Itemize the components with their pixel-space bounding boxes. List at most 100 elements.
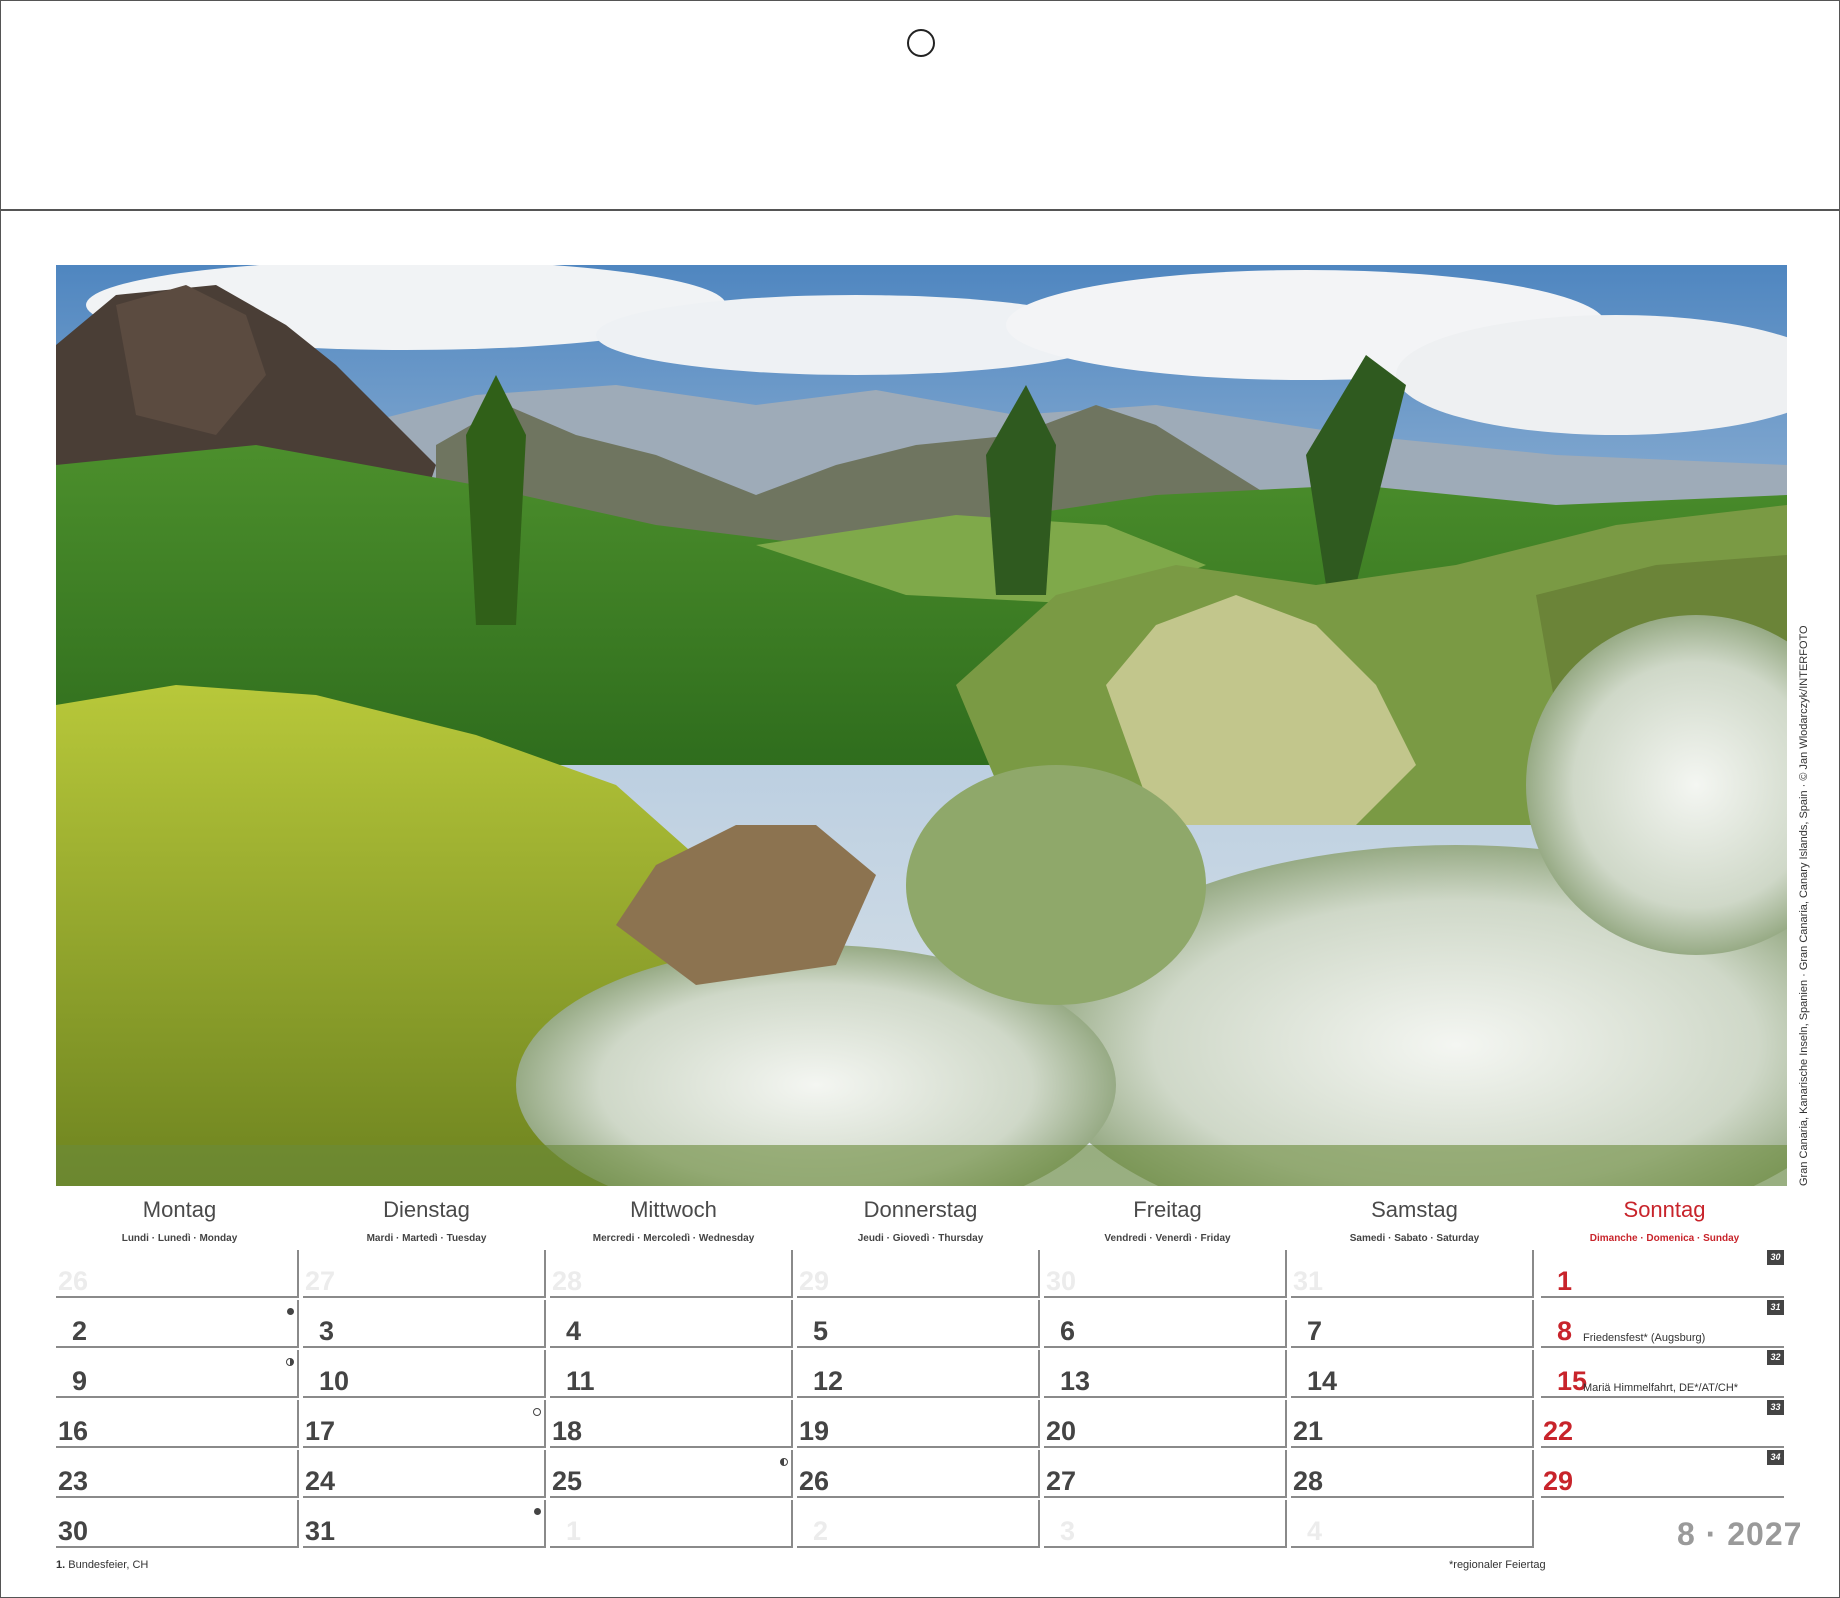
- day-cell[interactable]: 30: [56, 1500, 299, 1548]
- day-number: 26: [58, 1266, 89, 1296]
- day-cell[interactable]: 21: [1291, 1400, 1534, 1448]
- day-number: 30: [1046, 1266, 1077, 1296]
- day-number: 16: [58, 1416, 89, 1446]
- weekday-name: Montag: [142, 1197, 217, 1222]
- weekday-translations: Samedi · Sabato · Saturday: [1349, 1233, 1480, 1244]
- day-cell[interactable]: 4: [1291, 1500, 1534, 1548]
- weekday-name: Freitag: [1133, 1197, 1202, 1222]
- day-cell[interactable]: 30: [1044, 1250, 1287, 1298]
- weekday-header-thursday: Donnerstag Jeudi · Giovedì · Thursday: [797, 1197, 1044, 1244]
- day-cell[interactable]: 28: [550, 1250, 793, 1298]
- day-number: 27: [305, 1266, 336, 1296]
- holiday-note: Mariä Himmelfahrt, DE*/AT/CH*: [1583, 1382, 1739, 1394]
- day-cell[interactable]: 26: [56, 1250, 299, 1298]
- day-cell-sunday[interactable]: 22 33: [1541, 1400, 1784, 1448]
- first-quarter-moon-icon: [286, 1358, 294, 1366]
- day-cell[interactable]: 7: [1291, 1300, 1534, 1348]
- day-number: 12: [813, 1366, 844, 1396]
- day-number: 29: [799, 1266, 830, 1296]
- day-number: 21: [1293, 1416, 1324, 1446]
- day-cell[interactable]: 27: [1044, 1450, 1287, 1498]
- day-cell[interactable]: 17: [303, 1400, 546, 1448]
- day-number: 22: [1543, 1416, 1574, 1446]
- day-number: 31: [1293, 1266, 1324, 1296]
- weekday-header-friday: Freitag Vendredi · Venerdì · Friday: [1044, 1197, 1291, 1244]
- day-cell[interactable]: 3: [1044, 1500, 1287, 1548]
- weekday-translations: Lundi · Lunedì · Monday: [121, 1233, 238, 1244]
- full-moon-icon: [533, 1408, 541, 1416]
- day-cell[interactable]: 14: [1291, 1350, 1534, 1398]
- day-cell[interactable]: 11: [550, 1350, 793, 1398]
- day-number: 2: [72, 1316, 88, 1346]
- day-cell[interactable]: 10: [303, 1350, 546, 1398]
- week-number-badge: 34: [1767, 1450, 1784, 1465]
- day-number: 28: [552, 1266, 583, 1296]
- day-cell[interactable]: 16: [56, 1400, 299, 1448]
- day-number: 2: [813, 1516, 829, 1546]
- day-number: 10: [319, 1366, 350, 1396]
- day-cell-sunday[interactable]: 1 30: [1541, 1250, 1784, 1298]
- day-cell[interactable]: 2: [797, 1500, 1040, 1548]
- weekday-name: Sonntag: [1623, 1197, 1706, 1222]
- day-number: 31: [305, 1516, 336, 1546]
- new-moon-icon: [287, 1308, 294, 1315]
- day-cell[interactable]: 4: [550, 1300, 793, 1348]
- day-cell[interactable]: 31: [303, 1500, 546, 1548]
- day-number: 8: [1557, 1316, 1573, 1346]
- weekday-header-saturday: Samstag Samedi · Sabato · Saturday: [1291, 1197, 1538, 1244]
- weekday-header-wednesday: Mittwoch Mercredi · Mercoledì · Wednesda…: [550, 1197, 797, 1244]
- day-cell-sunday[interactable]: 8 Friedensfest* (Augsburg) 31: [1541, 1300, 1784, 1348]
- footer-note-text: Bundesfeier, CH: [65, 1559, 149, 1571]
- day-number: 13: [1060, 1366, 1091, 1396]
- weekday-name: Samstag: [1371, 1197, 1458, 1222]
- calendar-sheet: Gran Canaria, Kanarische Inseln, Spanien…: [0, 0, 1840, 1598]
- day-number: 30: [58, 1516, 89, 1546]
- day-cell[interactable]: 24: [303, 1450, 546, 1498]
- day-number: 5: [813, 1316, 829, 1346]
- landscape-illustration: [56, 265, 1787, 1186]
- weekday-translations: Mardi · Martedì · Tuesday: [366, 1233, 487, 1244]
- day-cell[interactable]: 18: [550, 1400, 793, 1448]
- day-cell[interactable]: 20: [1044, 1400, 1287, 1448]
- day-number: 24: [305, 1466, 336, 1496]
- new-moon-icon: [534, 1508, 541, 1515]
- day-number: 1: [1557, 1266, 1573, 1296]
- day-cell[interactable]: 5: [797, 1300, 1040, 1348]
- day-cell[interactable]: 13: [1044, 1350, 1287, 1398]
- day-cell-sunday[interactable]: 29 34: [1541, 1450, 1784, 1498]
- week-number-badge: 31: [1767, 1300, 1784, 1315]
- hanging-hole-icon: [907, 29, 935, 57]
- day-cell[interactable]: 29: [797, 1250, 1040, 1298]
- week-number-badge: 32: [1767, 1350, 1784, 1365]
- week-number-badge: 33: [1767, 1400, 1784, 1415]
- top-flap: [1, 1, 1839, 211]
- day-cell[interactable]: 25: [550, 1450, 793, 1498]
- day-number: 17: [305, 1416, 336, 1446]
- day-cell[interactable]: 9: [56, 1350, 299, 1398]
- day-cell[interactable]: 31: [1291, 1250, 1534, 1298]
- weekday-translations: Mercredi · Mercoledì · Wednesday: [592, 1233, 755, 1244]
- day-cell[interactable]: 1: [550, 1500, 793, 1548]
- day-number: 9: [72, 1366, 88, 1396]
- day-cell-sunday[interactable]: 15 Mariä Himmelfahrt, DE*/AT/CH* 32: [1541, 1350, 1784, 1398]
- photo-credit: Gran Canaria, Kanarische Inseln, Spanien…: [1798, 625, 1810, 1186]
- day-number: 3: [319, 1316, 335, 1346]
- footer-note-day: 1.: [56, 1559, 66, 1571]
- day-cell[interactable]: 3: [303, 1300, 546, 1348]
- day-cell[interactable]: 2: [56, 1300, 299, 1348]
- day-cell[interactable]: 27: [303, 1250, 546, 1298]
- day-cell[interactable]: 19: [797, 1400, 1040, 1448]
- day-cell[interactable]: 28: [1291, 1450, 1534, 1498]
- holiday-note: Friedensfest* (Augsburg): [1583, 1332, 1706, 1344]
- day-number: 6: [1060, 1316, 1076, 1346]
- day-number: 7: [1307, 1316, 1323, 1346]
- day-number: 19: [799, 1416, 830, 1446]
- weekday-translations: Vendredi · Venerdì · Friday: [1104, 1233, 1231, 1244]
- weekday-name: Dienstag: [383, 1197, 470, 1222]
- day-cell[interactable]: 23: [56, 1450, 299, 1498]
- day-cell[interactable]: 26: [797, 1450, 1040, 1498]
- day-cell[interactable]: 12: [797, 1350, 1040, 1398]
- weekday-translations: Jeudi · Giovedì · Thursday: [857, 1233, 984, 1244]
- day-number: 27: [1046, 1466, 1077, 1496]
- day-cell[interactable]: 6: [1044, 1300, 1287, 1348]
